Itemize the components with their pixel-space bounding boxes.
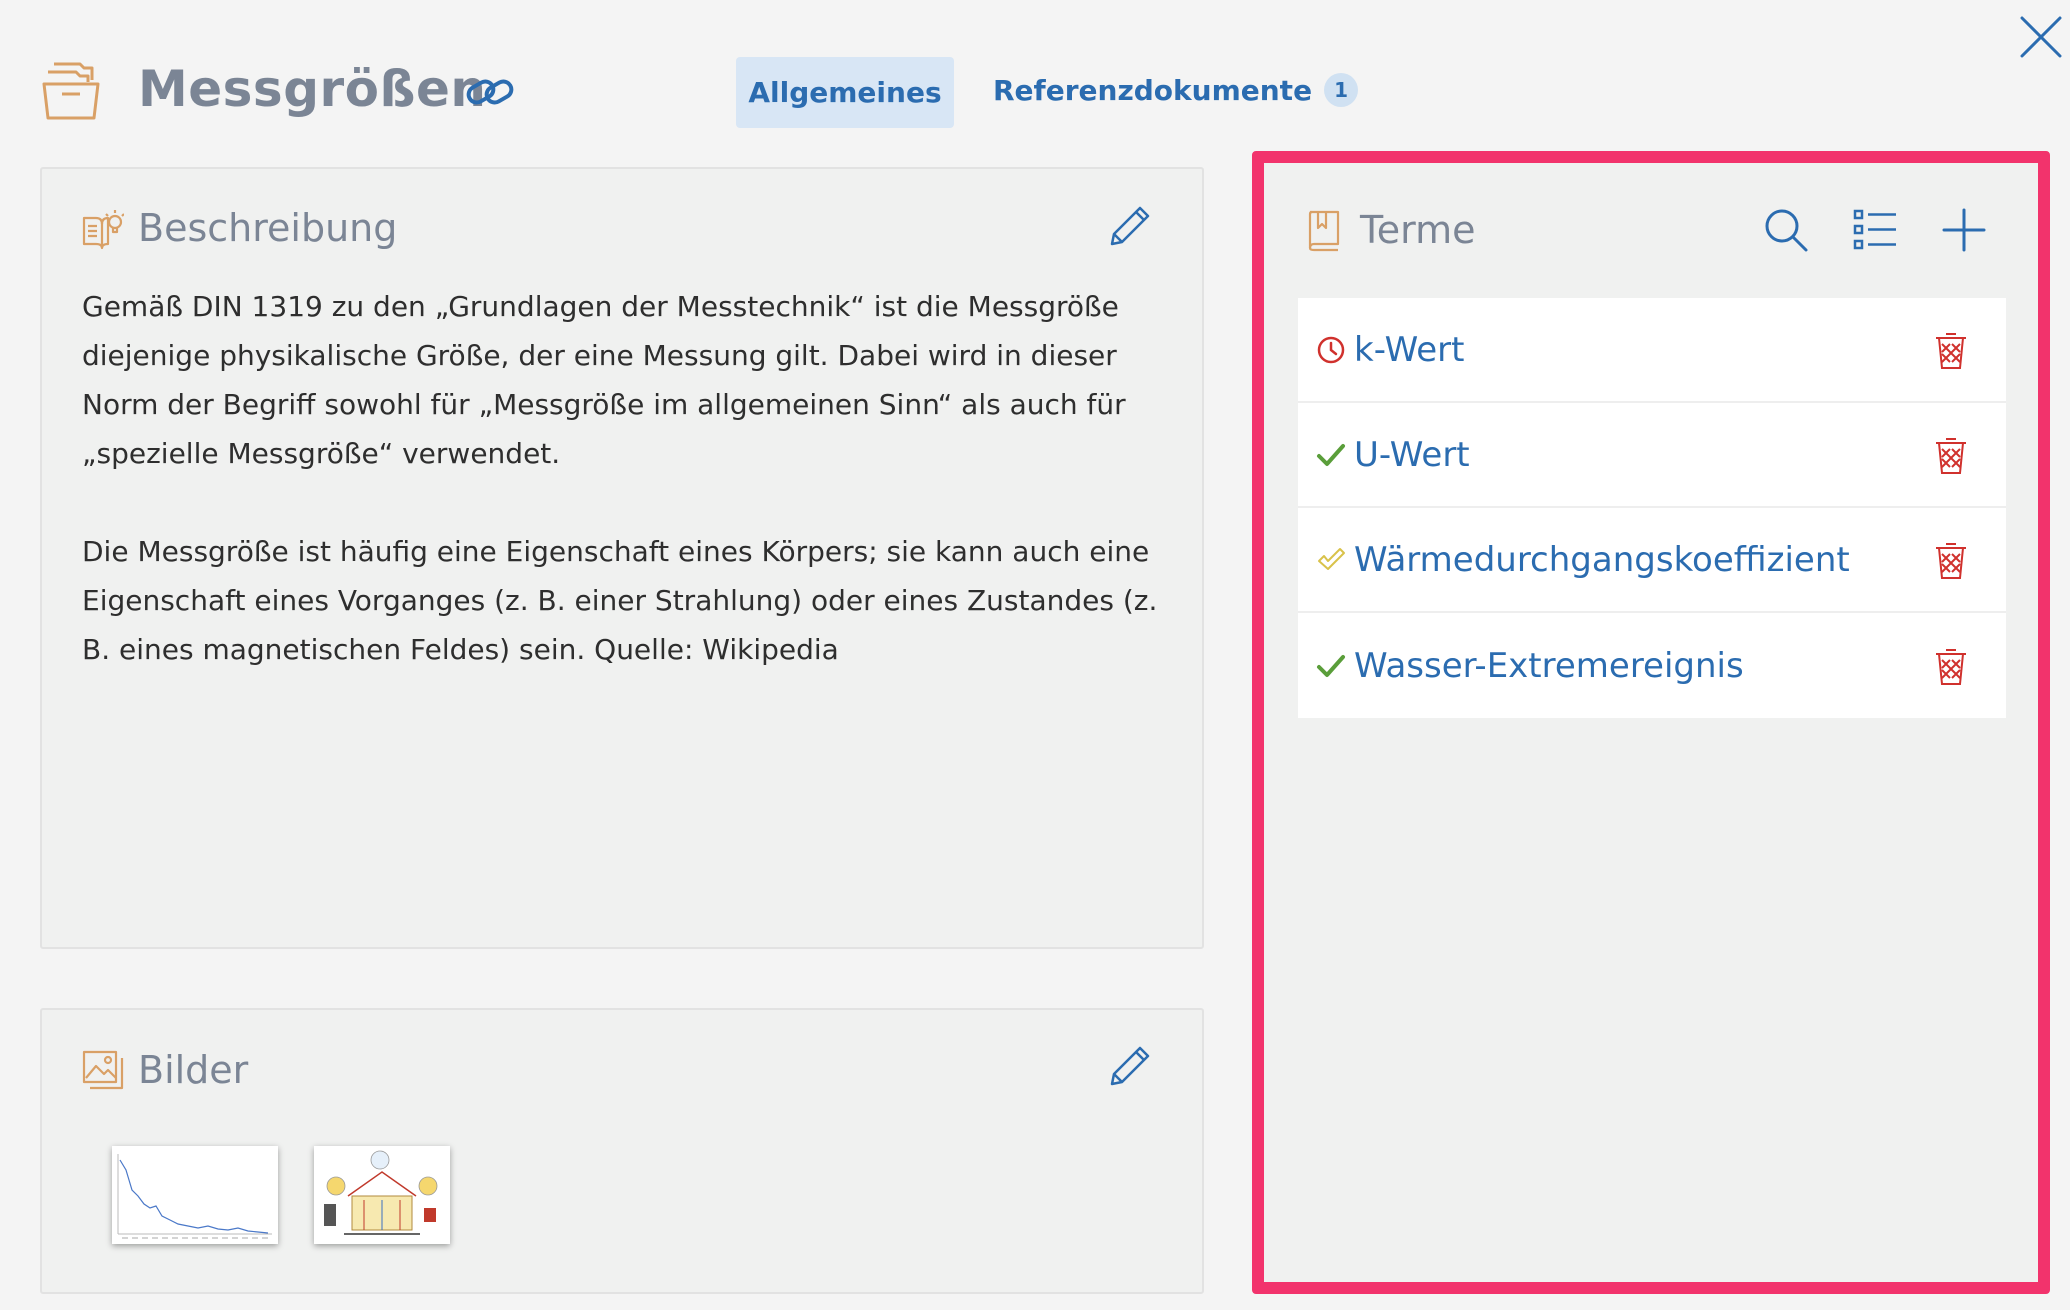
checkmark-status-icon [1317,654,1345,677]
description-text: Gemäß DIN 1319 zu den „Grundlagen der Me… [82,282,1162,723]
images-title: Bilder [138,1048,249,1092]
trash-icon[interactable] [1934,330,1968,370]
term-link[interactable]: U-Wert [1354,435,1470,475]
folder-open-icon [42,62,100,120]
trash-icon[interactable] [1934,646,1968,686]
term-row: Wasser-Extremereignis [1298,613,2006,718]
tab-allgemeines[interactable]: Allgemeines [736,57,954,128]
tab-label: Referenzdokumente [993,73,1313,107]
checkmark-status-icon [1317,443,1345,466]
search-icon[interactable] [1762,206,1810,254]
terms-title: Terme [1360,208,1476,252]
image-gallery-icon [82,1050,124,1090]
description-title: Beschreibung [138,206,398,250]
terms-list: k-Wert U-Wert Wärmedurchgangskoeffizient [1298,298,2006,718]
term-link[interactable]: Wasser-Extremereignis [1354,646,1744,686]
pencil-edit-icon[interactable] [1106,1044,1152,1090]
link-icon[interactable] [464,70,516,114]
term-row: U-Wert [1298,403,2006,508]
tab-label: Allgemeines [748,76,942,109]
book-icon [1308,210,1340,252]
image-thumbnail-chart[interactable] [112,1146,278,1244]
checkmark-outline-status-icon [1318,547,1345,570]
term-link[interactable]: k-Wert [1354,330,1464,370]
pencil-edit-icon[interactable] [1106,204,1152,250]
list-view-icon[interactable] [1852,206,1900,254]
add-icon[interactable] [1940,206,1988,254]
clock-status-icon [1317,336,1345,363]
term-row: Wärmedurchgangskoeffizient [1298,508,2006,613]
trash-icon[interactable] [1934,435,1968,475]
close-icon[interactable] [2018,14,2064,60]
page-title: Messgrößen [138,60,487,118]
tab-referenzdokumente[interactable]: Referenzdokumente 1 [993,73,1359,107]
description-paragraph: Gemäß DIN 1319 zu den „Grundlagen der Me… [82,290,1126,470]
term-link[interactable]: Wärmedurchgangskoeffizient [1354,540,1850,580]
description-paragraph: Die Messgröße ist häufig eine Eigenschaf… [82,535,1158,666]
image-thumbnail-house[interactable] [314,1146,450,1244]
count-badge: 1 [1324,73,1359,107]
term-row: k-Wert [1298,298,2006,403]
book-idea-icon [82,210,124,250]
trash-icon[interactable] [1934,540,1968,580]
